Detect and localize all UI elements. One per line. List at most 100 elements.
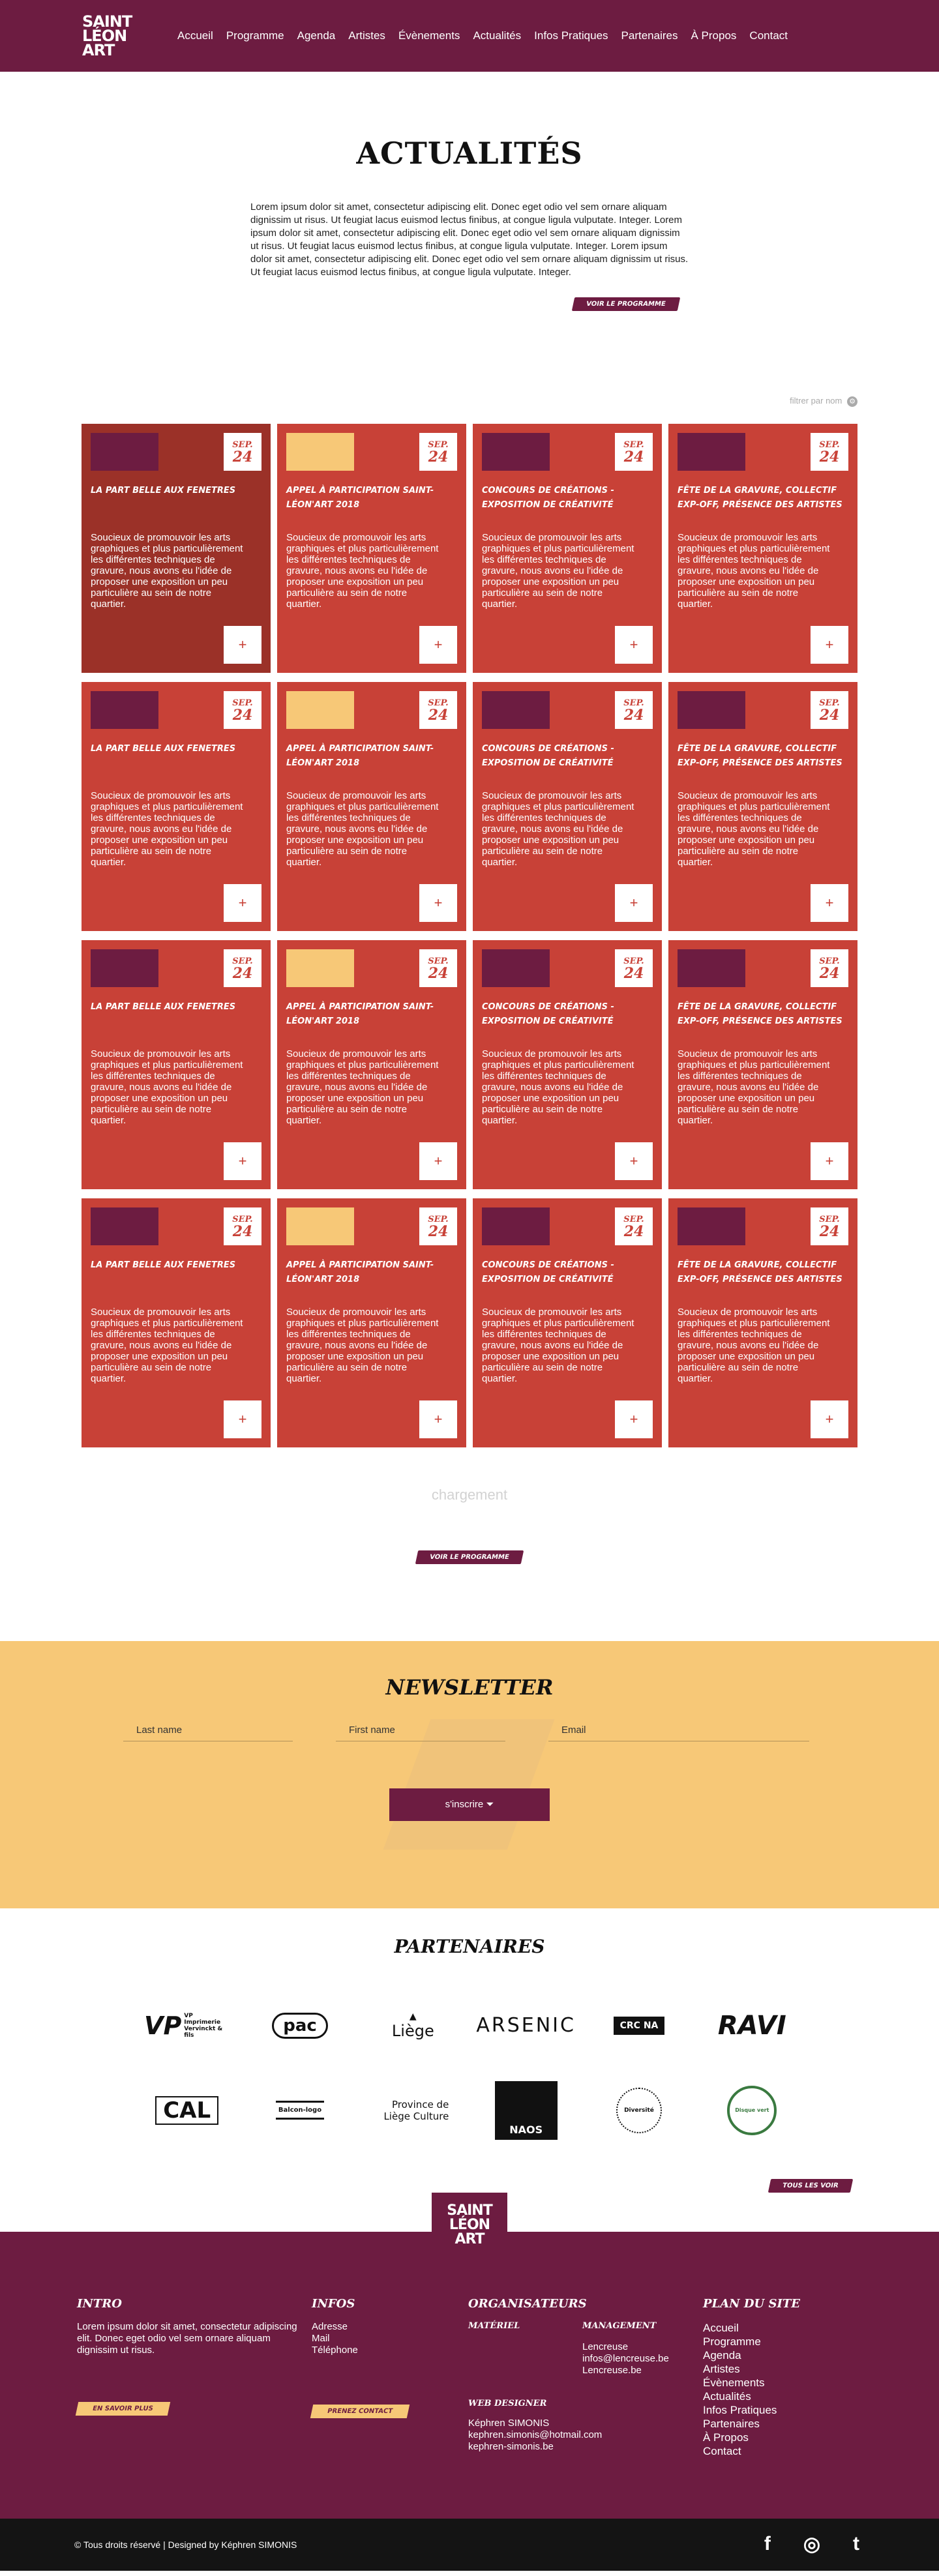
card-plus-button[interactable]: + [224, 625, 261, 664]
management-site[interactable]: Lencreuse.be [582, 2365, 696, 2376]
news-card[interactable]: SEP. 24 Concours de créations - exposition… [473, 423, 662, 673]
nav-contact[interactable]: Contact [743, 29, 794, 42]
nav-actualites[interactable]: Actualités [466, 29, 528, 42]
partner-logo-liege[interactable]: ▲ Liège [357, 2003, 470, 2049]
card-date-day: 24 [428, 1222, 449, 1240]
nav-programme[interactable]: Programme [220, 29, 291, 42]
news-card[interactable]: SEP. 24 La part belle aux fenetres Soucieux… [82, 423, 271, 673]
news-card[interactable]: SEP. 24 La part belle aux fenetres Soucieux… [82, 681, 271, 931]
main-nav: Accueil Programme Agenda Artistes Évènem… [171, 29, 794, 42]
partner-logo-arsenic[interactable]: ARSENIC [470, 2003, 582, 2049]
webdesigner-site[interactable]: kephren-simonis.be [468, 2441, 703, 2453]
instagram-icon[interactable]: ◎ [803, 2533, 820, 2556]
partner-logo-vp[interactable]: VP VP Imprimerie Vervinckt & fils [130, 2003, 243, 2049]
nav-agenda[interactable]: Agenda [291, 29, 342, 42]
sitemap-infos-pratiques[interactable]: Infos Pratiques [703, 2403, 846, 2417]
news-card[interactable]: SEP. 24 Fête de la gravure, collectif Exp-… [668, 423, 857, 673]
sitemap-evenements[interactable]: Évènements [703, 2376, 846, 2390]
site-logo[interactable]: SAINT LÉON ART [82, 11, 137, 61]
card-date-day: 24 [819, 706, 840, 724]
email-field[interactable]: Email [548, 1719, 809, 1741]
footer-columns: INTRO Lorem ipsum dolor sit amet, consec… [0, 2232, 939, 2458]
partner-logo-crc[interactable]: CRC NA [582, 2003, 695, 2049]
footer-infos-title: INFOS [312, 2296, 355, 2311]
news-card[interactable]: SEP. 24 La part belle aux fenetres Soucieux… [82, 940, 271, 1189]
card-plus-button[interactable]: + [419, 883, 457, 922]
news-card[interactable]: SEP. 24 Appel à participation Saint-Léon'A… [277, 1198, 466, 1447]
management-email[interactable]: infos@lencreuse.be [582, 2353, 696, 2365]
partner-logo-diversite[interactable]: Diversité [582, 2087, 695, 2133]
info-mail[interactable]: Mail [312, 2333, 468, 2345]
learn-more-button[interactable]: En savoir plus [75, 2401, 170, 2416]
news-card[interactable]: SEP. 24 Concours de créations - exposition… [473, 940, 662, 1189]
sitemap-partenaires[interactable]: Partenaires [703, 2417, 846, 2431]
info-phone[interactable]: Téléphone [312, 2345, 468, 2356]
card-plus-button[interactable]: + [615, 1142, 653, 1180]
sitemap-contact[interactable]: Contact [703, 2444, 846, 2458]
card-plus-button[interactable]: + [615, 625, 653, 664]
nav-partenaires[interactable]: Partenaires [615, 29, 685, 42]
partner-logo-naos[interactable]: NAOS [470, 2080, 582, 2140]
partner-logo-disque-vert[interactable]: Disque vert [696, 2085, 809, 2135]
last-name-field[interactable]: Last name [123, 1719, 293, 1741]
partner-logo-province[interactable]: Province de Liège Culture [357, 2088, 470, 2133]
webdesigner-title: WEB DESIGNER [468, 2398, 547, 2408]
webdesigner-name: Képhren SIMONIS [468, 2417, 550, 2429]
card-plus-button[interactable]: + [419, 625, 457, 664]
sitemap-programme[interactable]: Programme [703, 2335, 846, 2348]
sitemap-artistes[interactable]: Artistes [703, 2362, 846, 2376]
card-plus-button[interactable]: + [811, 883, 848, 922]
sitemap-a-propos[interactable]: À Propos [703, 2431, 846, 2444]
nav-evenements[interactable]: Évènements [392, 29, 467, 42]
partner-logo-balcon[interactable]: Balcon-logo [243, 2088, 356, 2133]
sitemap-actualites[interactable]: Actualités [703, 2390, 846, 2403]
card-plus-button[interactable]: + [419, 1400, 457, 1438]
webdesigner-email[interactable]: kephren.simonis@hotmail.com [468, 2429, 703, 2441]
gear-icon[interactable]: ⚙ [847, 396, 857, 407]
card-plus-button[interactable]: + [224, 1142, 261, 1180]
nav-infos-pratiques[interactable]: Infos Pratiques [528, 29, 614, 42]
webdesigner-list: Képhren SIMONIS kephren.simonis@hotmail.… [468, 2418, 703, 2453]
news-card[interactable]: SEP. 24 Fête de la gravure, collectif Exp-… [668, 681, 857, 931]
card-plus-button[interactable]: + [615, 1400, 653, 1438]
partner-logo-ravi[interactable]: RAVI [696, 2003, 809, 2049]
facebook-icon[interactable]: f [764, 2533, 771, 2556]
partner-logo-cal[interactable]: CAL [130, 2088, 243, 2133]
card-date: SEP. 24 [615, 690, 653, 729]
nav-artistes[interactable]: Artistes [342, 29, 392, 42]
nav-a-propos[interactable]: À Propos [684, 29, 743, 42]
contact-button[interactable]: Prenez contact [310, 2404, 410, 2418]
news-card[interactable]: SEP. 24 Appel à participation Saint-Léon'A… [277, 940, 466, 1189]
card-plus-button[interactable]: + [615, 883, 653, 922]
footer-logo[interactable]: SAINT LÉON ART [432, 2192, 507, 2258]
subscribe-button[interactable]: s'inscrire ⏷ [389, 1788, 550, 1821]
card-plus-button[interactable]: + [811, 625, 848, 664]
see-all-partners-button[interactable]: Tous les voir [768, 2178, 853, 2193]
sitemap-agenda[interactable]: Agenda [703, 2348, 846, 2362]
news-card[interactable]: SEP. 24 Appel à participation Saint-Léon'A… [277, 423, 466, 673]
page-title: ACTUALITÉS [356, 136, 583, 171]
news-card[interactable]: SEP. 24 Fête de la gravure, collectif Exp-… [668, 1198, 857, 1447]
news-card[interactable]: SEP. 24 Concours de créations - exposition… [473, 1198, 662, 1447]
news-card[interactable]: SEP. 24 Fête de la gravure, collectif Exp-… [668, 940, 857, 1189]
twitter-icon[interactable]: t [853, 2533, 859, 2556]
news-card[interactable]: SEP. 24 La part belle aux fenetres Soucieux… [82, 1198, 271, 1447]
card-plus-button[interactable]: + [419, 1142, 457, 1180]
partner-logo-pac[interactable]: pac [243, 2003, 356, 2049]
info-address[interactable]: Adresse [312, 2321, 468, 2333]
card-plus-button[interactable]: + [811, 1142, 848, 1180]
card-date-day: 24 [819, 448, 840, 466]
card-plus-button[interactable]: + [224, 883, 261, 922]
card-image [91, 949, 158, 987]
card-plus-button[interactable]: + [811, 1400, 848, 1438]
see-program-button[interactable]: Voir le programme [572, 297, 681, 311]
card-plus-button[interactable]: + [224, 1400, 261, 1438]
sitemap-accueil[interactable]: Accueil [703, 2321, 846, 2335]
filter-by-name[interactable]: filtrer par nom ⚙ [82, 396, 857, 407]
first-name-field[interactable]: First name [336, 1719, 505, 1741]
card-date: SEP. 24 [224, 432, 261, 471]
see-program-button-bottom[interactable]: Voir le programme [415, 1550, 524, 1564]
nav-accueil[interactable]: Accueil [171, 29, 220, 42]
news-card[interactable]: SEP. 24 Concours de créations - exposition… [473, 681, 662, 931]
news-card[interactable]: SEP. 24 Appel à participation Saint-Léon'A… [277, 681, 466, 931]
